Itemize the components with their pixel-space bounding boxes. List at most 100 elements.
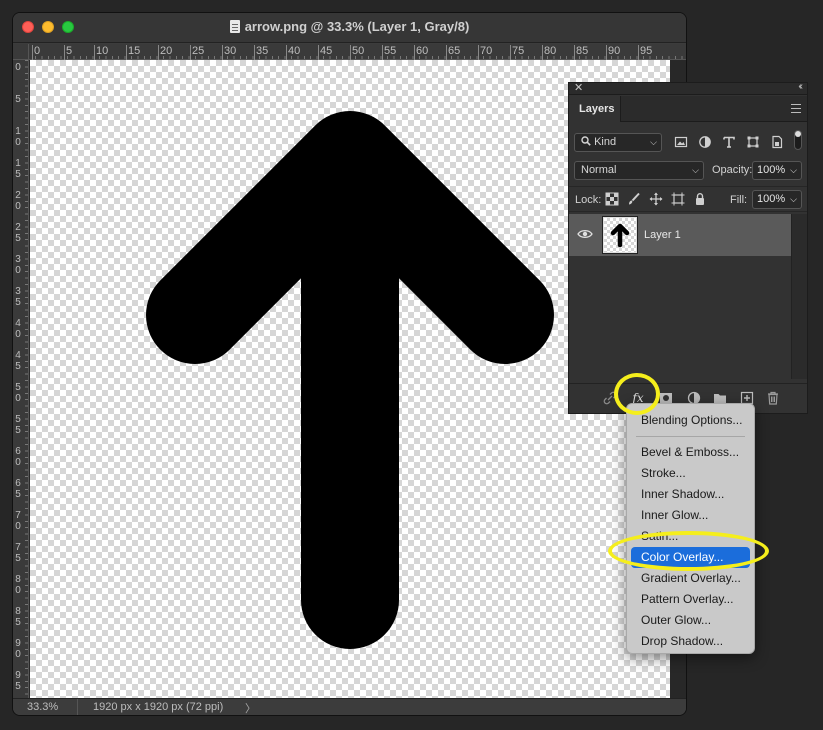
document-info: 1920 px x 1920 px (72 ppi) [93, 701, 224, 713]
panel-collapse-icon[interactable]: ‹‹ [798, 81, 802, 92]
ruler-left-label: 0 [15, 62, 21, 73]
ruler-top-label: 5 [63, 45, 73, 60]
ruler-left-label: 30 [15, 254, 21, 276]
ruler-top-label: 15 [125, 45, 141, 60]
type-filter-icon[interactable] [722, 135, 736, 149]
status-separator [77, 699, 78, 715]
filter-kind-label: Kind [594, 136, 617, 148]
ruler-left-label: 85 [15, 606, 21, 628]
menu-item-stroke[interactable]: Stroke... [631, 463, 750, 484]
image-filter-icon[interactable] [674, 135, 688, 149]
menu-item-gradient-overlay[interactable]: Gradient Overlay... [631, 568, 750, 589]
ruler-left-label: 25 [15, 222, 21, 244]
ruler-top-label: 60 [413, 45, 429, 60]
title-bar[interactable]: arrow.png @ 33.3% (Layer 1, Gray/8) [13, 13, 686, 43]
opacity-value: 100% [757, 164, 786, 176]
ruler-left-label: 55 [15, 414, 21, 436]
menu-item-color-overlay[interactable]: Color Overlay... [631, 547, 750, 568]
menu-item-inner-shadow[interactable]: Inner Shadow... [631, 484, 750, 505]
lock-position-icon[interactable] [649, 192, 663, 206]
filter-toggle[interactable] [794, 130, 802, 150]
status-bar: 33.3% 1920 px x 1920 px (72 ppi) 〉 [13, 698, 686, 715]
ruler-left-label: 40 [15, 318, 21, 340]
tab-layers[interactable]: Layers [569, 96, 621, 122]
ruler-top-label: 80 [541, 45, 557, 60]
ruler-left-label: 15 [15, 158, 21, 180]
ruler-corner[interactable] [13, 44, 29, 60]
ruler-top-label: 0 [31, 45, 41, 60]
zoom-level[interactable]: 33.3% [27, 701, 58, 713]
smart-object-filter-icon[interactable] [770, 135, 784, 149]
window-title: arrow.png @ 33.3% (Layer 1, Gray/8) [244, 19, 470, 34]
menu-item-blending-options[interactable]: Blending Options... [631, 410, 750, 431]
ruler-left-label: 35 [15, 286, 21, 308]
ruler-left-label: 45 [15, 350, 21, 372]
panel-close-icon[interactable]: ✕ [574, 81, 583, 94]
filter-row: Kind ⌵ [574, 130, 804, 153]
layer-row[interactable]: Layer 1 [569, 214, 791, 256]
ruler-top-label: 40 [285, 45, 301, 60]
vertical-ruler[interactable]: 0 5 10 15 20 25 30 35 40 45 50 55 60 65 … [13, 60, 29, 700]
menu-item-satin[interactable]: Satin... [631, 526, 750, 547]
ruler-left-label: 75 [15, 542, 21, 564]
chevron-down-icon: ⌵ [692, 165, 699, 175]
opacity-label: Opacity: [712, 164, 753, 176]
lock-transparency-icon[interactable] [605, 192, 619, 206]
fill-field[interactable]: 100% ⌵ [752, 190, 802, 209]
ruler-top-label: 75 [509, 45, 525, 60]
layers-list-empty-area[interactable] [569, 256, 791, 379]
panel-header-strip: ✕ ‹‹ [569, 81, 807, 95]
ruler-top-label: 30 [221, 45, 237, 60]
lock-artboard-icon[interactable] [671, 192, 685, 206]
adjustment-filter-icon[interactable] [698, 135, 712, 149]
lock-all-icon[interactable] [693, 192, 707, 206]
blend-mode-value: Normal [581, 164, 617, 176]
menu-item-inner-glow[interactable]: Inner Glow... [631, 505, 750, 526]
document-icon [229, 20, 240, 33]
lock-row: Lock: Fill: 100% ⌵ [569, 186, 807, 212]
link-layers-icon[interactable] [603, 391, 617, 405]
opacity-field[interactable]: 100% ⌵ [752, 161, 802, 180]
menu-item-bevel-emboss[interactable]: Bevel & Emboss... [631, 442, 750, 463]
lock-label: Lock: [575, 194, 602, 206]
ruler-left-label: 60 [15, 446, 21, 468]
menu-item-pattern-overlay[interactable]: Pattern Overlay... [631, 589, 750, 610]
ruler-top-label: 85 [573, 45, 589, 60]
ruler-top-label: 95 [637, 45, 653, 60]
ruler-left-label: 65 [15, 478, 21, 500]
ruler-top-label: 90 [605, 45, 621, 60]
ruler-left-label: 80 [15, 574, 21, 596]
arrow-thumbnail-icon [610, 223, 630, 248]
ruler-top-label: 70 [477, 45, 493, 60]
horizontal-ruler[interactable]: 0 5 10 15 20 25 30 35 40 45 50 55 60 65 … [29, 44, 686, 60]
ruler-top-label: 20 [157, 45, 173, 60]
menu-item-drop-shadow[interactable]: Drop Shadow... [631, 631, 750, 652]
panel-tabs: Layers [569, 96, 807, 122]
menu-item-outer-glow[interactable]: Outer Glow... [631, 610, 750, 631]
layers-scrollbar[interactable] [791, 214, 807, 379]
ruler-top-label: 10 [93, 45, 109, 60]
blend-row: Normal ⌵ Opacity: 100% ⌵ [574, 161, 804, 181]
ruler-left-label: 95 [15, 670, 21, 692]
trash-icon[interactable] [766, 391, 780, 405]
layer-name[interactable]: Layer 1 [644, 229, 681, 241]
shape-filter-icon[interactable] [746, 135, 760, 149]
blend-mode-select[interactable]: Normal ⌵ [574, 161, 704, 180]
status-expand-icon[interactable]: 〉 [245, 700, 256, 715]
panel-menu-icon[interactable] [791, 104, 801, 113]
ruler-top-label: 55 [381, 45, 397, 60]
ruler-top-label: 45 [317, 45, 333, 60]
chevron-down-icon: ⌵ [790, 194, 797, 204]
ruler-left-label: 50 [15, 382, 21, 404]
ruler-top-label: 25 [189, 45, 205, 60]
filter-kind-select[interactable]: Kind ⌵ [574, 133, 662, 152]
ruler-left-label: 70 [15, 510, 21, 532]
layer-style-menu: Blending Options... Bevel & Emboss... St… [626, 403, 755, 654]
ruler-left-label: 90 [15, 638, 21, 660]
chevron-down-icon: ⌵ [650, 137, 657, 147]
lock-pixels-icon[interactable] [627, 192, 641, 206]
menu-separator [636, 436, 745, 437]
ruler-left-label: 5 [15, 94, 21, 105]
eye-icon[interactable] [577, 228, 593, 240]
layer-thumbnail[interactable] [602, 216, 638, 254]
